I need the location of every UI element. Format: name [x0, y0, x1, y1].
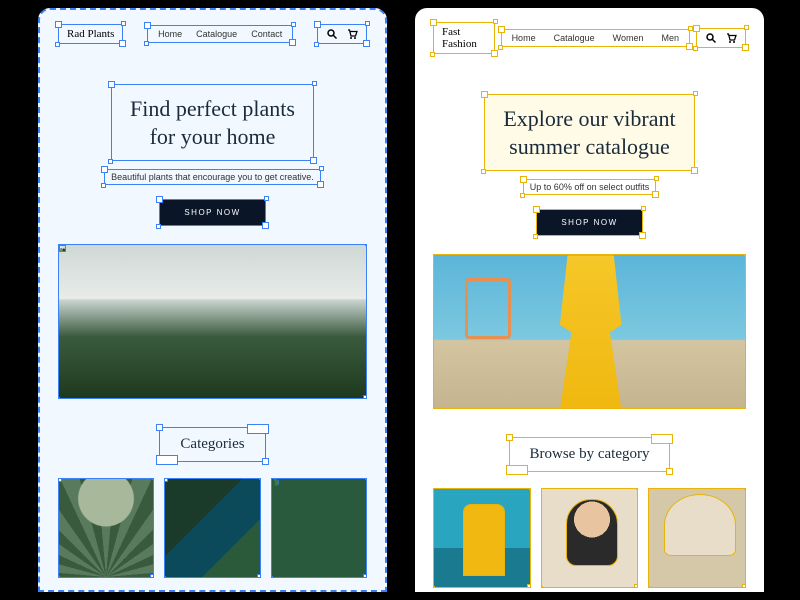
hero-title[interactable]: Explore our vibrant summer catalogue — [484, 94, 694, 171]
shop-now-button[interactable]: SHOP NOW — [159, 199, 265, 226]
hero-title[interactable]: Find perfect plants for your home — [111, 84, 314, 161]
category-card[interactable] — [271, 478, 367, 578]
nav-item-men[interactable]: Men — [661, 33, 679, 43]
hero-section: Explore our vibrant summer catalogue Up … — [433, 94, 746, 409]
categories-row — [433, 488, 746, 588]
cart-icon[interactable] — [346, 28, 358, 40]
header: Rad Plants Home Catalogue Contact — [58, 24, 367, 44]
design-canvas[interactable]: Rad Plants Home Catalogue Contact Find p… — [38, 8, 764, 592]
categories-title[interactable]: Categories — [159, 427, 265, 462]
categories-title[interactable]: Browse by category — [509, 437, 671, 472]
category-card[interactable] — [541, 488, 639, 588]
nav-item-home[interactable]: Home — [512, 33, 536, 43]
hero-section: Find perfect plants for your home Beauti… — [58, 84, 367, 399]
header-tools[interactable] — [696, 28, 746, 48]
search-icon[interactable] — [705, 32, 717, 44]
nav-item-contact[interactable]: Contact — [251, 29, 282, 39]
template-frame-fashion[interactable]: Fast Fashion Home Catalogue Women Men Ex… — [415, 8, 764, 592]
cart-icon[interactable] — [725, 32, 737, 44]
hero-title-line1: Explore our vibrant — [503, 106, 675, 131]
nav-menu[interactable]: Home Catalogue Contact — [147, 25, 293, 43]
nav-item-women[interactable]: Women — [613, 33, 644, 43]
logo-text: Rad Plants — [67, 28, 114, 40]
shop-now-button[interactable]: SHOP NOW — [536, 209, 642, 236]
categories-heading: Categories — [58, 427, 367, 462]
logo-text: Fast Fashion — [442, 26, 477, 50]
category-card[interactable] — [58, 478, 154, 578]
category-card[interactable] — [164, 478, 260, 578]
nav-menu[interactable]: Home Catalogue Women Men — [501, 29, 690, 47]
category-card[interactable] — [433, 488, 531, 588]
categories-heading: Browse by category — [433, 437, 746, 472]
hero-subtitle[interactable]: Beautiful plants that encourage you to g… — [104, 169, 321, 185]
logo[interactable]: Rad Plants — [58, 24, 123, 44]
categories-row — [58, 478, 367, 578]
hero-title-line2: summer catalogue — [509, 134, 670, 159]
template-frame-plants[interactable]: Rad Plants Home Catalogue Contact Find p… — [38, 8, 387, 592]
logo[interactable]: Fast Fashion — [433, 22, 495, 54]
category-card[interactable] — [648, 488, 746, 588]
hero-image[interactable] — [58, 244, 367, 399]
nav-item-home[interactable]: Home — [158, 29, 182, 39]
hero-title-line2: for your home — [150, 124, 276, 149]
hero-image[interactable] — [433, 254, 746, 409]
nav-item-catalogue[interactable]: Catalogue — [554, 33, 595, 43]
nav-item-catalogue[interactable]: Catalogue — [196, 29, 237, 39]
search-icon[interactable] — [326, 28, 338, 40]
hero-title-line1: Find perfect plants — [130, 96, 295, 121]
header: Fast Fashion Home Catalogue Women Men — [433, 22, 746, 54]
hero-subtitle[interactable]: Up to 60% off on select outfits — [523, 179, 656, 195]
header-tools[interactable] — [317, 24, 367, 44]
